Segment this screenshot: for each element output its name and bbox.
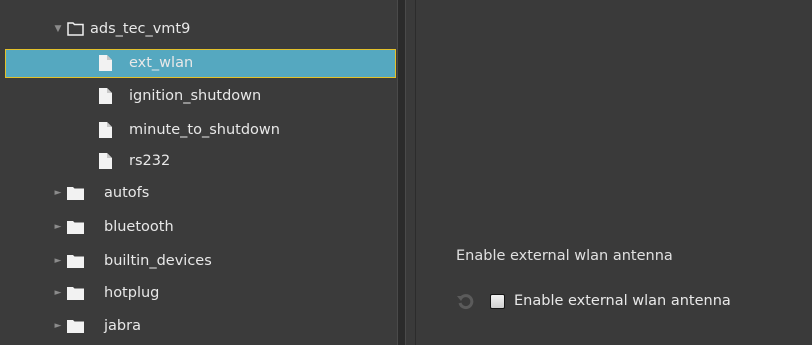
tree-item-label: autofs xyxy=(104,185,150,201)
expand-arrow-icon[interactable]: ► xyxy=(53,312,63,341)
tree-item-ignition-shutdown[interactable]: ignition_shutdown xyxy=(0,82,397,111)
tree-item-label: minute_to_shutdown xyxy=(129,122,280,138)
tree-item-label: rs232 xyxy=(129,153,171,169)
tree-item-label: ext_wlan xyxy=(129,55,194,71)
tree-item-bluetooth[interactable]: ► bluetooth xyxy=(0,213,397,242)
file-icon xyxy=(99,88,112,104)
folder-icon xyxy=(67,255,84,268)
folder-open-icon xyxy=(67,22,84,36)
file-icon xyxy=(99,55,112,71)
checkbox-label[interactable]: Enable external wlan antenna xyxy=(514,293,731,309)
folder-icon xyxy=(67,221,84,234)
tree-item-label: ads_tec_vmt9 xyxy=(90,21,191,37)
folder-icon xyxy=(67,187,84,200)
setting-row: Enable external wlan antenna xyxy=(456,290,731,312)
tree-item-autofs[interactable]: ► autofs xyxy=(0,179,397,208)
tree-item-builtin-devices[interactable]: ► builtin_devices xyxy=(0,247,397,276)
expand-arrow-icon[interactable]: ► xyxy=(53,213,63,242)
expand-arrow-icon[interactable]: ► xyxy=(53,279,63,308)
tree-item-hotplug[interactable]: ► hotplug xyxy=(0,279,397,308)
tree-item-label: jabra xyxy=(104,318,141,334)
folder-icon xyxy=(67,320,84,333)
reset-default-icon[interactable] xyxy=(456,291,476,311)
tree-item-rs232[interactable]: rs232 xyxy=(0,147,397,176)
tree-item-label: hotplug xyxy=(104,285,160,301)
file-icon xyxy=(99,122,112,138)
panel-splitter[interactable] xyxy=(397,0,406,345)
tree-item-label: ignition_shutdown xyxy=(129,88,262,104)
tree-item-label: builtin_devices xyxy=(104,253,212,269)
settings-panel: Enable external wlan antenna Enable exte… xyxy=(415,0,812,345)
file-icon xyxy=(99,153,112,169)
expand-arrow-icon[interactable]: ► xyxy=(53,179,63,208)
schema-tree: ▼ ads_tec_vmt9 ext_wlan ignition_shutdow… xyxy=(0,0,397,345)
tree-item-label: bluetooth xyxy=(104,219,174,235)
tree-item-minute-to-shutdown[interactable]: minute_to_shutdown xyxy=(0,116,397,145)
expand-arrow-icon[interactable]: ▼ xyxy=(53,15,63,44)
setting-title: Enable external wlan antenna xyxy=(456,248,673,264)
expand-arrow-icon[interactable]: ► xyxy=(53,247,63,276)
folder-icon xyxy=(67,287,84,300)
tree-item-ads-tec-vmt9[interactable]: ▼ ads_tec_vmt9 xyxy=(0,15,397,44)
tree-item-jabra[interactable]: ► jabra xyxy=(0,312,397,341)
tree-item-ext-wlan[interactable]: ext_wlan xyxy=(5,49,396,78)
enable-external-wlan-checkbox[interactable] xyxy=(490,293,505,309)
